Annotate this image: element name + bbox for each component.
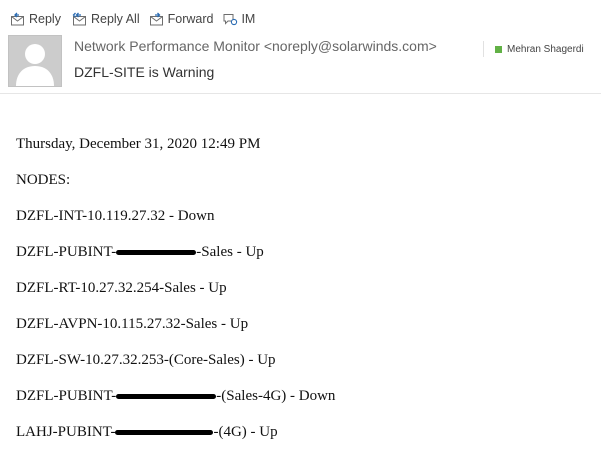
message-subject: DZFL-SITE is Warning: [74, 64, 215, 80]
presence-status-icon: [495, 45, 502, 53]
node-prefix: LAHJ-PUBINT-: [16, 424, 116, 440]
node-line: DZFL-AVPN-10.115.27.32-Sales - Up: [16, 316, 249, 332]
nodes-heading: NODES:: [16, 172, 71, 188]
im-icon: [222, 12, 241, 26]
node-prefix: DZFL-PUBINT-: [16, 388, 117, 404]
node-suffix: -(4G) - Up: [213, 424, 278, 440]
message-toolbar: Reply Reply All Forward IM: [0, 8, 264, 30]
forward-button[interactable]: Forward: [149, 12, 214, 26]
reply-label: Reply: [29, 12, 61, 26]
im-button[interactable]: IM: [222, 12, 255, 26]
message-header: Network Performance Monitor <noreply@sol…: [0, 33, 601, 93]
forward-icon: [149, 12, 168, 26]
message-date: Thursday, December 31, 2020 12:49 PM: [16, 136, 261, 152]
sender-address[interactable]: Network Performance Monitor <noreply@sol…: [74, 38, 437, 54]
reply-button[interactable]: Reply: [10, 12, 61, 26]
reply-icon: [10, 12, 29, 26]
node-suffix: -Sales - Up: [196, 244, 264, 260]
node-line: DZFL-PUBINT- -Sales - Up: [16, 241, 335, 277]
forward-label: Forward: [167, 12, 214, 26]
recipient-name: Mehran Shagerdi: [507, 43, 584, 55]
person-icon: [16, 44, 54, 86]
node-line: DZFL-INT-10.119.27.32 - Down: [16, 208, 215, 224]
node-line: DZFL-PUBINT- -(Sales-4G) - Down: [16, 385, 335, 421]
node-suffix: -(Sales-4G) - Down: [216, 388, 336, 404]
node-line: DZFL-RT-10.27.32.254-Sales - Up: [16, 280, 227, 296]
avatar: [8, 35, 62, 87]
reply-all-label: Reply All: [90, 12, 140, 26]
im-label: IM: [241, 12, 256, 26]
redaction-mark: [115, 429, 214, 435]
header-divider: [0, 93, 601, 94]
message-body: Thursday, December 31, 2020 12:49 PM NOD…: [16, 133, 335, 453]
redaction-mark: [116, 249, 197, 255]
recipient[interactable]: Mehran Shagerdi: [483, 41, 584, 57]
node-line: DZFL-SW-10.27.32.253-(Core-Sales) - Up: [16, 352, 276, 368]
node-prefix: DZFL-PUBINT-: [16, 244, 117, 260]
reply-all-button[interactable]: Reply All: [70, 12, 140, 26]
reply-all-icon: [70, 12, 91, 26]
node-line: LAHJ-PUBINT- -(4G) - Up: [16, 421, 335, 453]
redaction-mark: [116, 393, 217, 399]
